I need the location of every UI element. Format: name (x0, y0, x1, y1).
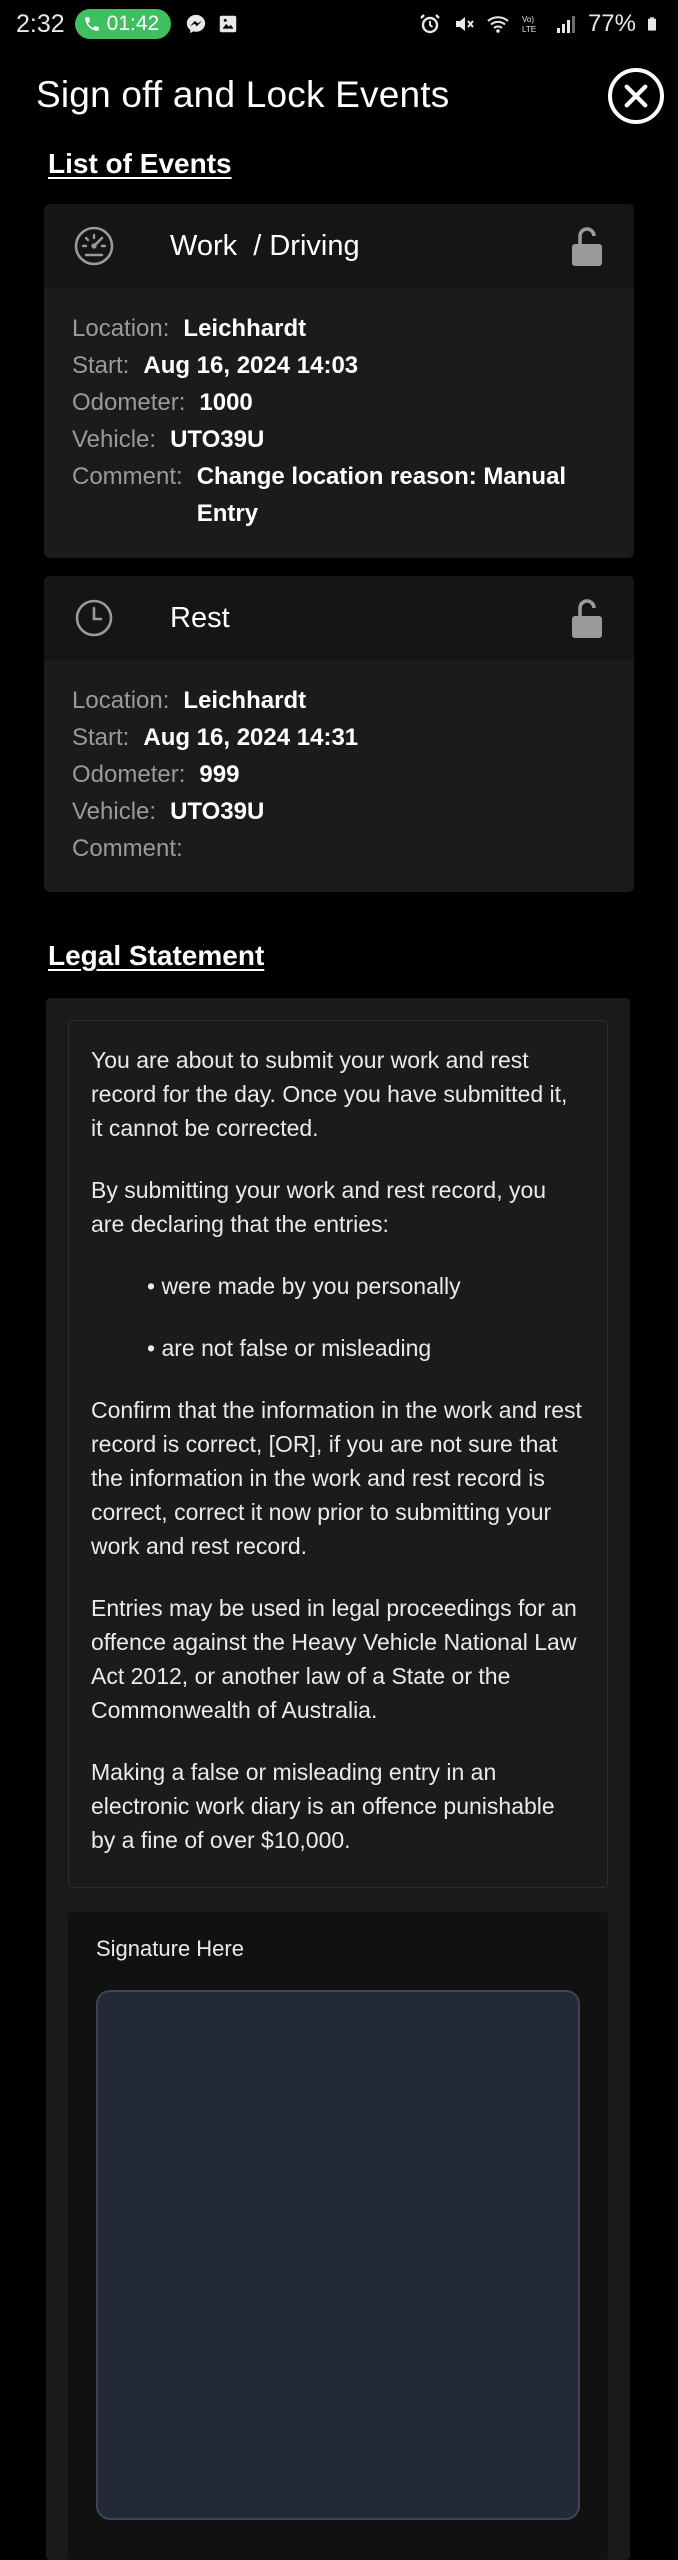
legal-paragraph: By submitting your work and rest record,… (91, 1177, 547, 1237)
header: Sign off and Lock Events (0, 60, 678, 130)
legal-paragraph: Entries may be used in legal proceedings… (91, 1595, 577, 1723)
svg-text:Vo): Vo) (522, 15, 534, 24)
vehicle-value: UTO39U (170, 426, 265, 453)
location-label: Location: (72, 315, 170, 342)
svg-text:LTE: LTE (522, 25, 536, 34)
vehicle-label: Vehicle: (72, 798, 157, 825)
speedometer-icon (74, 226, 114, 266)
status-time: 2:32 (16, 9, 65, 38)
event-card-rest[interactable]: Rest Location: Leichhardt Start: Aug 16, 2… (44, 576, 634, 892)
legal-bullet: • were made by you personally (147, 1273, 461, 1299)
start-label: Start: (72, 352, 130, 379)
unlocked-lock-icon[interactable] (570, 596, 604, 640)
location-value: Leichhardt (183, 687, 307, 714)
gallery-icon (219, 15, 237, 33)
signal-icon (556, 16, 575, 33)
event-header: Work / Driving (44, 204, 634, 288)
signature-pad[interactable] (96, 1990, 580, 2520)
vehicle-label: Vehicle: (72, 426, 157, 453)
comment-value: Change location reason: Manual Entry (196, 463, 567, 527)
vehicle-value: UTO39U (170, 798, 265, 825)
phone-icon (84, 17, 99, 31)
event-details: Location: Leichhardt Start: Aug 16, 2024 1… (44, 288, 634, 552)
call-timer: 01:42 (106, 12, 160, 35)
legal-bullet: • are not false or misleading (147, 1335, 432, 1361)
page-title: Sign off and Lock Events (36, 74, 450, 115)
legal-paragraph: Confirm that the information in the work… (91, 1397, 582, 1559)
event-header: Rest (44, 576, 634, 660)
odometer-value: 1000 (199, 389, 253, 416)
messenger-icon (187, 14, 206, 34)
signature-section: Signature Here (68, 1912, 608, 2560)
location-label: Location: (72, 687, 170, 714)
close-icon (624, 84, 648, 108)
close-button[interactable] (608, 68, 664, 124)
start-label: Start: (72, 724, 130, 751)
signature-label: Signature Here (96, 1936, 244, 1961)
battery-percent: 77% (587, 10, 636, 37)
battery-icon (648, 17, 656, 31)
location-value: Leichhardt (183, 315, 307, 342)
lte-icon: Vo)LTE (522, 15, 536, 34)
event-type: Rest (170, 601, 230, 634)
comment-label: Comment: (72, 835, 183, 862)
clock-icon (75, 599, 113, 637)
status-bar: 2:32 01:42 Vo) LTE 77% (0, 0, 678, 48)
legal-paragraph: You are about to submit your work and re… (91, 1047, 568, 1141)
legal-heading: Legal Statement (48, 940, 265, 971)
mute-icon (455, 17, 474, 31)
alarm-icon (420, 14, 440, 34)
start-value: Aug 16, 2024 14:03 (143, 352, 359, 379)
odometer-value: 999 (199, 761, 240, 788)
start-value: Aug 16, 2024 14:31 (143, 724, 359, 751)
odometer-label: Odometer: (72, 761, 186, 788)
comment-label: Comment: (72, 463, 183, 490)
event-details: Location: Leichhardt Start: Aug 16, 2024 1… (44, 660, 634, 887)
odometer-label: Odometer: (72, 389, 186, 416)
wifi-icon (487, 16, 509, 33)
legal-paragraph: Making a false or misleading entry in an… (91, 1759, 555, 1853)
legal-statement-text: You are about to submit your work and re… (68, 1020, 608, 1888)
events-heading: List of Events (48, 148, 232, 179)
ongoing-call-pill[interactable]: 01:42 (74, 9, 172, 39)
event-card-work-driving[interactable]: Work / Driving Location: Leichhardt Start… (44, 204, 634, 558)
event-type: Work / Driving (170, 229, 360, 262)
legal-panel: You are about to submit your work and re… (46, 998, 630, 2560)
unlocked-lock-icon[interactable] (570, 224, 604, 268)
